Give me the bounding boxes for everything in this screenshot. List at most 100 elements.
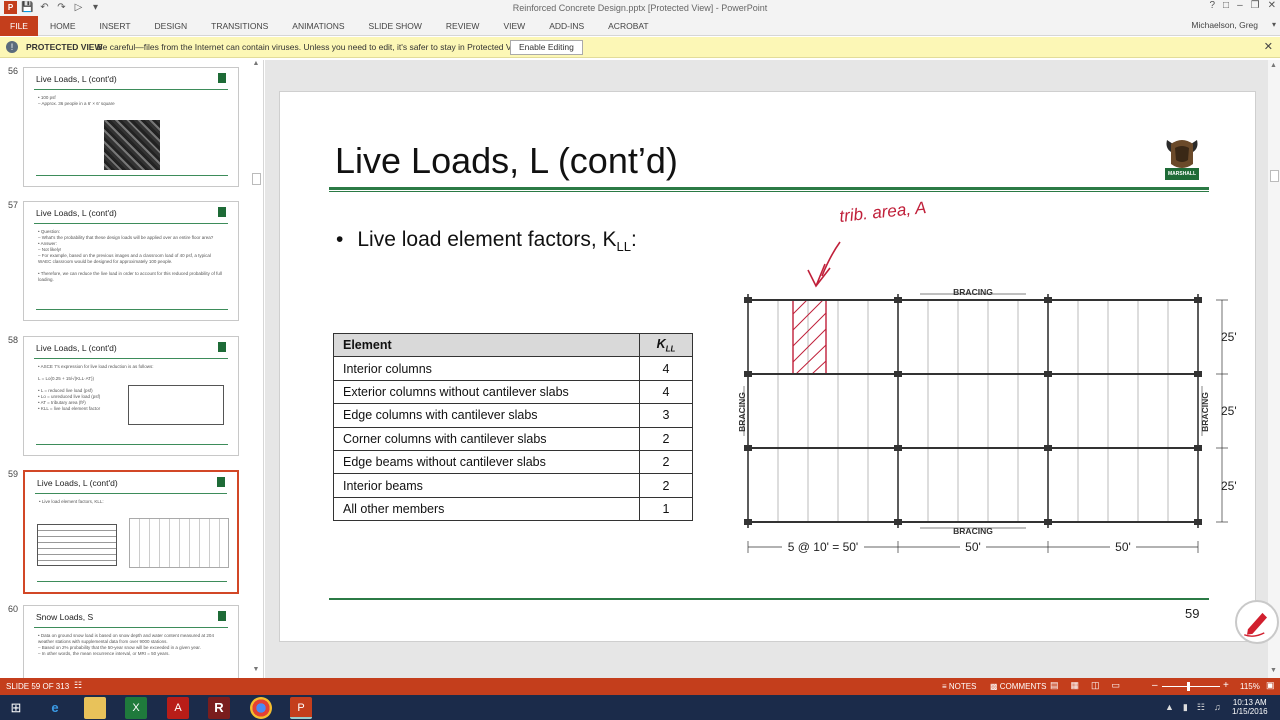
slide-thumbnail-59[interactable]: Live Loads, L (cont'd) • Live load eleme… (23, 470, 239, 594)
clock-time: 10:13 AM (1232, 698, 1267, 707)
tab-transitions[interactable]: TRANSITIONS (199, 16, 280, 36)
thumbnail-footer-rule (36, 175, 228, 176)
enable-editing-button[interactable]: Enable Editing (510, 40, 583, 55)
system-clock[interactable]: 10:13 AM 1/15/2016 (1232, 698, 1268, 716)
spell-check-icon[interactable]: ☷ (74, 680, 82, 691)
windows-start-icon[interactable]: ⊞ (5, 697, 27, 719)
thumbnail-number: 56 (8, 66, 19, 76)
zoom-slider-thumb[interactable] (1187, 682, 1190, 691)
slide-title: Live Loads, L (cont’d) (335, 140, 678, 181)
scroll-thumb[interactable] (1270, 170, 1279, 182)
handwritten-annotation: trib. area, A (838, 198, 927, 226)
zoom-slider-track[interactable] (1162, 686, 1220, 687)
tributary-area-box (792, 299, 827, 375)
chrome-icon[interactable] (250, 697, 272, 719)
shield-icon: ! (6, 41, 18, 53)
tab-acrobat[interactable]: ACROBAT (596, 16, 660, 36)
reading-view-icon[interactable]: ◫ (1091, 680, 1100, 691)
dimension-bay-2: 50' (965, 540, 981, 554)
floor-framing-diagram: trib. area, A BRACING BRACING BRACING BR… (737, 198, 1237, 554)
windows-taskbar: ⊞ e X A R P ▲ ▮ ☷ ♫ 10:13 AM 1/15/2016 (0, 695, 1280, 720)
element-cell: Exterior columns without cantilever slab… (333, 379, 640, 405)
ribbon-display-options-icon[interactable]: □ (1223, 0, 1229, 11)
thumbnail-diagram (129, 518, 229, 568)
scroll-down-icon[interactable]: ▼ (1270, 667, 1277, 674)
slide-thumbnail-57[interactable]: Live Loads, L (cont'd) • Question: – Wha… (23, 201, 239, 321)
help-icon[interactable]: ? (1209, 0, 1215, 11)
tab-design[interactable]: DESIGN (143, 16, 200, 36)
scroll-up-icon[interactable]: ▲ (1270, 62, 1277, 69)
slide-thumbnail-58[interactable]: Live Loads, L (cont'd) • ASCE 7's expres… (23, 336, 239, 456)
slide-thumbnail-pane: 56 Live Loads, L (cont'd) • 100 psf – Ap… (0, 60, 264, 678)
scroll-up-icon[interactable]: ▲ (250, 60, 262, 72)
comments-button[interactable]: ▩ COMMENTS (990, 682, 1046, 691)
thumbnail-text: • Data on ground snow load is based on s… (38, 633, 214, 656)
user-account[interactable]: Michaelson, Greg (1191, 20, 1258, 30)
column-lines (747, 294, 1199, 528)
tab-home[interactable]: HOME (38, 16, 88, 36)
thumbnail-text: • Live load element factors, KLL: (39, 499, 104, 504)
tab-slide-show[interactable]: SLIDE SHOW (357, 16, 434, 36)
system-tray: ▲ ▮ ☷ ♫ (1165, 702, 1221, 713)
powerpoint-taskbar-icon[interactable]: P (290, 697, 312, 719)
chevron-down-icon[interactable]: ▾ (1272, 20, 1276, 29)
slide-counter: SLIDE 59 OF 313 (6, 682, 70, 691)
marshall-logo-icon (218, 73, 226, 83)
close-icon[interactable]: ✕ (1268, 0, 1276, 11)
scroll-down-icon[interactable]: ▼ (250, 666, 262, 678)
tab-review[interactable]: REVIEW (434, 16, 492, 36)
live-load-factor-table[interactable]: Element KLL Interior columns 4 Exterior c… (333, 332, 693, 522)
kll-cell: 2 (639, 449, 693, 475)
scroll-thumb[interactable] (252, 173, 261, 185)
kll-cell: 2 (639, 426, 693, 451)
zoom-level[interactable]: 115% (1240, 682, 1260, 691)
editor-scrollbar[interactable]: ▲ ▼ (1268, 60, 1280, 678)
framing-bay-lines (777, 300, 1169, 522)
network-icon[interactable]: ☷ (1197, 702, 1205, 713)
notes-button[interactable]: ≡ NOTES (942, 682, 976, 691)
thumbnail-title: Live Loads, L (cont'd) (36, 343, 117, 353)
slide-thumbnail-56[interactable]: Live Loads, L (cont'd) • 100 psf – Appro… (23, 67, 239, 187)
restore-icon[interactable]: ❐ (1251, 0, 1260, 11)
title-bar: P 💾 ↶ ↷ ▷ ▾ Reinforced Concrete Design.p… (0, 0, 1280, 16)
zoom-in-button[interactable]: + (1223, 680, 1229, 691)
table-row: Edge beams without cantilever slabs 2 (333, 449, 693, 475)
acrobat-icon[interactable]: A (167, 697, 189, 719)
minimize-icon[interactable]: – (1237, 0, 1243, 11)
tab-insert[interactable]: INSERT (88, 16, 143, 36)
slide-show-icon[interactable]: ▭ (1112, 680, 1121, 691)
thumbnail-footer-rule (36, 309, 228, 310)
tab-file[interactable]: FILE (0, 16, 38, 36)
zoom-out-button[interactable]: – (1152, 680, 1158, 691)
thumbnail-rule (35, 493, 227, 494)
internet-explorer-icon[interactable]: e (44, 697, 66, 719)
clock-date: 1/15/2016 (1232, 707, 1268, 716)
slide-sorter-icon[interactable]: ▦ (1071, 680, 1080, 691)
kll-cell: 2 (639, 473, 693, 498)
pen-tool-button[interactable] (1235, 600, 1279, 644)
protected-view-label: PROTECTED VIEW (26, 42, 103, 52)
normal-view-icon[interactable]: ▤ (1050, 680, 1059, 691)
thumbnail-rule (34, 89, 228, 90)
show-hidden-icons-icon[interactable]: ▲ (1165, 702, 1174, 713)
element-cell: All other members (333, 496, 640, 522)
excel-icon[interactable]: X (125, 697, 147, 719)
header-k-sub: LL (665, 344, 676, 354)
column-markers (744, 297, 1202, 525)
view-buttons: ▤ ▦ ◫ ▭ (1050, 680, 1120, 691)
file-explorer-icon[interactable] (84, 697, 106, 719)
volume-icon[interactable]: ♫ (1214, 702, 1221, 713)
thumbnail-title: Snow Loads, S (36, 612, 94, 622)
thumbnail-scrollbar[interactable]: ▲ ▼ (250, 60, 262, 678)
tab-add-ins[interactable]: ADD-INS (537, 16, 596, 36)
battery-icon[interactable]: ▮ (1183, 702, 1188, 713)
bracing-label-right: BRACING (1200, 392, 1210, 432)
window-title: Reinforced Concrete Design.pptx [Protect… (512, 3, 768, 13)
fit-to-window-icon[interactable]: ▣ (1266, 680, 1275, 691)
thumbnail-number: 59 (8, 469, 19, 479)
close-icon[interactable]: ✕ (1264, 40, 1273, 53)
revit-icon[interactable]: R (208, 697, 230, 719)
tab-view[interactable]: VIEW (491, 16, 537, 36)
tab-animations[interactable]: ANIMATIONS (280, 16, 356, 36)
slide-thumbnail-60[interactable]: Snow Loads, S • Data on ground snow load… (23, 605, 239, 678)
